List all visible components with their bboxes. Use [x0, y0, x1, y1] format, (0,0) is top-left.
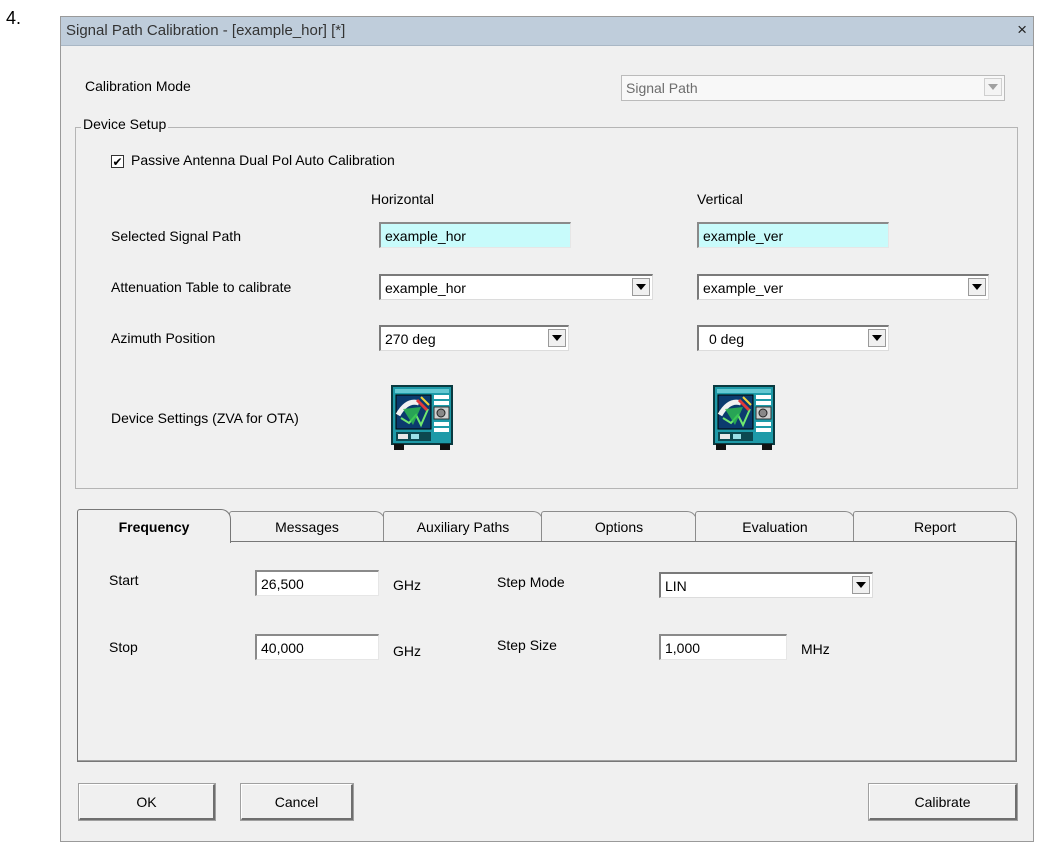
step-number: 4. [6, 8, 22, 28]
selected-signal-path-horizontal-value: example_hor [385, 228, 466, 244]
window-title: Signal Path Calibration - [example_hor] … [66, 22, 346, 39]
tab-frequency[interactable]: Frequency [77, 509, 231, 543]
start-frequency-value: 26,500 [261, 576, 304, 592]
chevron-down-icon [984, 78, 1002, 96]
auto-calibration-label: Passive Antenna Dual Pol Auto Calibratio… [131, 152, 395, 168]
title-bar[interactable]: Signal Path Calibration - [example_hor] … [61, 17, 1033, 46]
step-size-unit: MHz [801, 641, 830, 657]
tab-label: Report [913, 518, 957, 535]
calibrate-button[interactable]: Calibrate [868, 783, 1018, 821]
step-size-value: 1,000 [665, 640, 701, 656]
active-tab-join [78, 539, 230, 543]
start-frequency-input[interactable]: 26,500 [255, 570, 379, 596]
chevron-down-icon[interactable] [968, 278, 986, 296]
stop-frequency-value: 40,000 [261, 640, 304, 656]
tab-label: Frequency [118, 518, 190, 535]
horizontal-column-header: Horizontal [371, 191, 435, 207]
device-settings-label: Device Settings (ZVA for OTA) [111, 410, 299, 426]
attenuation-table-vertical-value: example_ver [703, 280, 784, 296]
step-size-input[interactable]: 1,000 [659, 634, 787, 660]
device-setup-group [75, 127, 1018, 489]
tab-evaluation[interactable]: Evaluation [695, 511, 855, 541]
step-mode-select[interactable]: LIN [659, 572, 873, 598]
cancel-button[interactable]: Cancel [240, 783, 354, 821]
selected-signal-path-vertical-value: example_ver [703, 228, 784, 244]
azimuth-vertical-select[interactable]: 0 deg [697, 325, 889, 351]
calibrate-button-label: Calibrate [914, 793, 971, 810]
azimuth-horizontal-select[interactable]: 270 deg [379, 325, 569, 351]
attenuation-table-label: Attenuation Table to calibrate [111, 279, 292, 295]
signal-path-calibration-dialog: Signal Path Calibration - [example_hor] … [60, 16, 1034, 842]
tab-label: Messages [275, 518, 339, 535]
start-unit: GHz [393, 577, 421, 593]
network-analyzer-icon[interactable] [391, 385, 453, 451]
step-mode-label: Step Mode [497, 574, 565, 590]
calibration-mode-select[interactable]: Signal Path [621, 75, 1005, 101]
attenuation-table-vertical-select[interactable]: example_ver [697, 274, 989, 300]
step-size-label: Step Size [497, 637, 557, 653]
step-mode-value: LIN [665, 578, 687, 594]
tab-label: Auxiliary Paths [416, 518, 510, 535]
attenuation-table-horizontal-value: example_hor [385, 280, 466, 296]
device-setup-legend: Device Setup [81, 116, 169, 132]
chevron-down-icon[interactable] [868, 329, 886, 347]
azimuth-position-label: Azimuth Position [111, 330, 216, 346]
chevron-down-icon[interactable] [632, 278, 650, 296]
selected-signal-path-horizontal[interactable]: example_hor [379, 222, 571, 248]
selected-signal-path-vertical[interactable]: example_ver [697, 222, 889, 248]
stop-unit: GHz [393, 643, 421, 659]
tab-options[interactable]: Options [541, 511, 697, 541]
cancel-button-label: Cancel [274, 793, 319, 810]
azimuth-vertical-value: 0 deg [709, 331, 745, 347]
ok-button-label: OK [136, 793, 157, 810]
calibration-mode-label: Calibration Mode [85, 78, 191, 94]
stop-label: Stop [109, 639, 138, 655]
start-label: Start [109, 572, 139, 588]
chevron-down-icon[interactable] [852, 576, 870, 594]
attenuation-table-horizontal-select[interactable]: example_hor [379, 274, 653, 300]
tab-report[interactable]: Report [853, 511, 1017, 541]
network-analyzer-icon[interactable] [713, 385, 775, 451]
vertical-column-header: Vertical [697, 191, 743, 207]
stop-frequency-input[interactable]: 40,000 [255, 634, 379, 660]
tab-label: Options [594, 518, 644, 535]
tab-label: Evaluation [742, 518, 808, 535]
selected-signal-path-label: Selected Signal Path [111, 228, 241, 244]
ok-button[interactable]: OK [78, 783, 216, 821]
tab-auxiliary-paths[interactable]: Auxiliary Paths [383, 511, 543, 541]
checkmark-icon: ✔ [112, 154, 123, 169]
tab-messages[interactable]: Messages [229, 511, 385, 541]
calibration-mode-value: Signal Path [626, 80, 698, 96]
chevron-down-icon[interactable] [548, 329, 566, 347]
auto-calibration-checkbox[interactable]: ✔ [111, 155, 124, 168]
close-icon[interactable]: × [1017, 20, 1027, 40]
azimuth-horizontal-value: 270 deg [385, 331, 436, 347]
